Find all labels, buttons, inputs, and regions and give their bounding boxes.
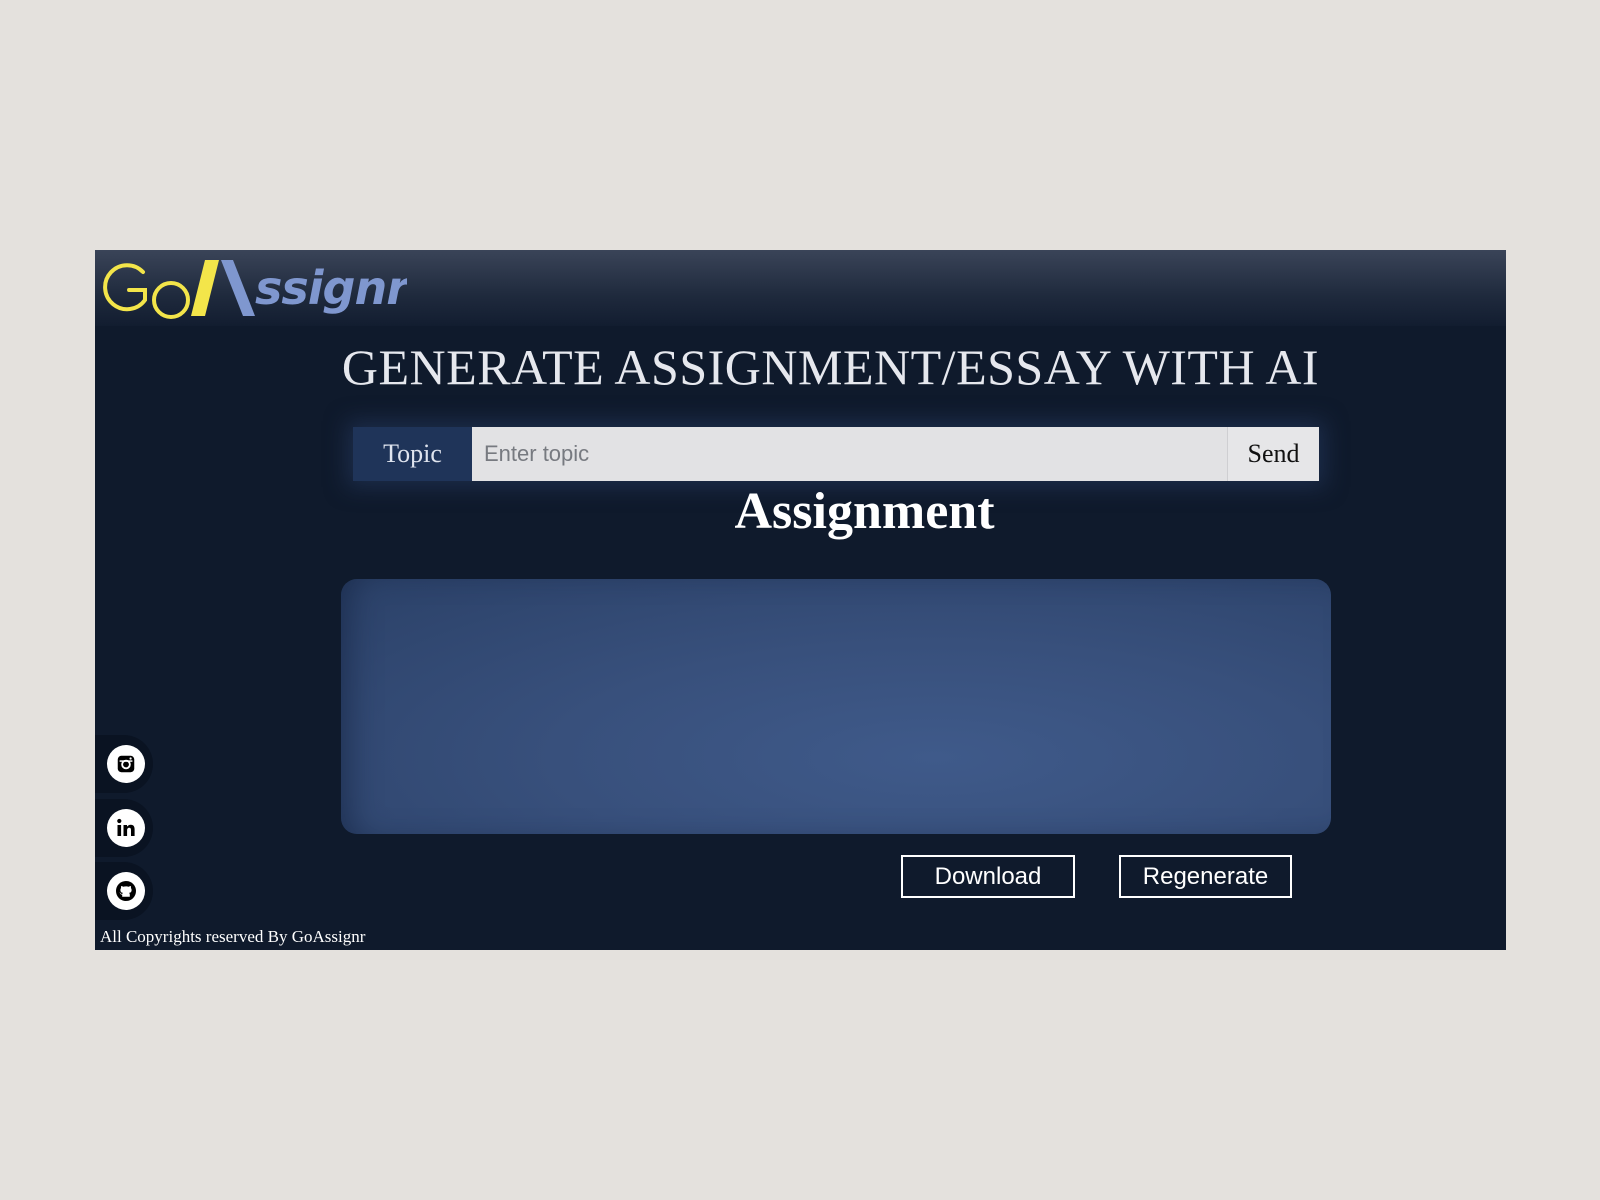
svg-text:ssignr: ssignr [255, 261, 407, 315]
linkedin-link[interactable] [95, 799, 153, 857]
assignment-output[interactable] [341, 579, 1331, 834]
topic-label: Topic [353, 427, 472, 481]
regenerate-button[interactable]: Regenerate [1119, 855, 1292, 898]
goassignr-logo[interactable]: ssignr [97, 252, 407, 320]
page-title: GENERATE ASSIGNMENT/ESSAY WITH AI [341, 339, 1320, 395]
footer-copyright: All Copyrights reserved By GoAssignr [100, 927, 366, 946]
send-button[interactable]: Send [1227, 427, 1319, 481]
download-button[interactable]: Download [901, 855, 1075, 898]
github-icon [107, 872, 145, 910]
app-window: ssignr GENERATE ASSIGNMENT/ESSAY WITH AI… [95, 250, 1506, 950]
linkedin-icon [107, 809, 145, 847]
instagram-icon [107, 745, 145, 783]
assignment-heading: Assignment [734, 483, 995, 540]
header: ssignr [95, 250, 1506, 326]
instagram-link[interactable] [95, 735, 153, 793]
topic-form: Topic Send [353, 427, 1319, 481]
github-link[interactable] [95, 862, 153, 920]
topic-input[interactable] [472, 427, 1227, 481]
